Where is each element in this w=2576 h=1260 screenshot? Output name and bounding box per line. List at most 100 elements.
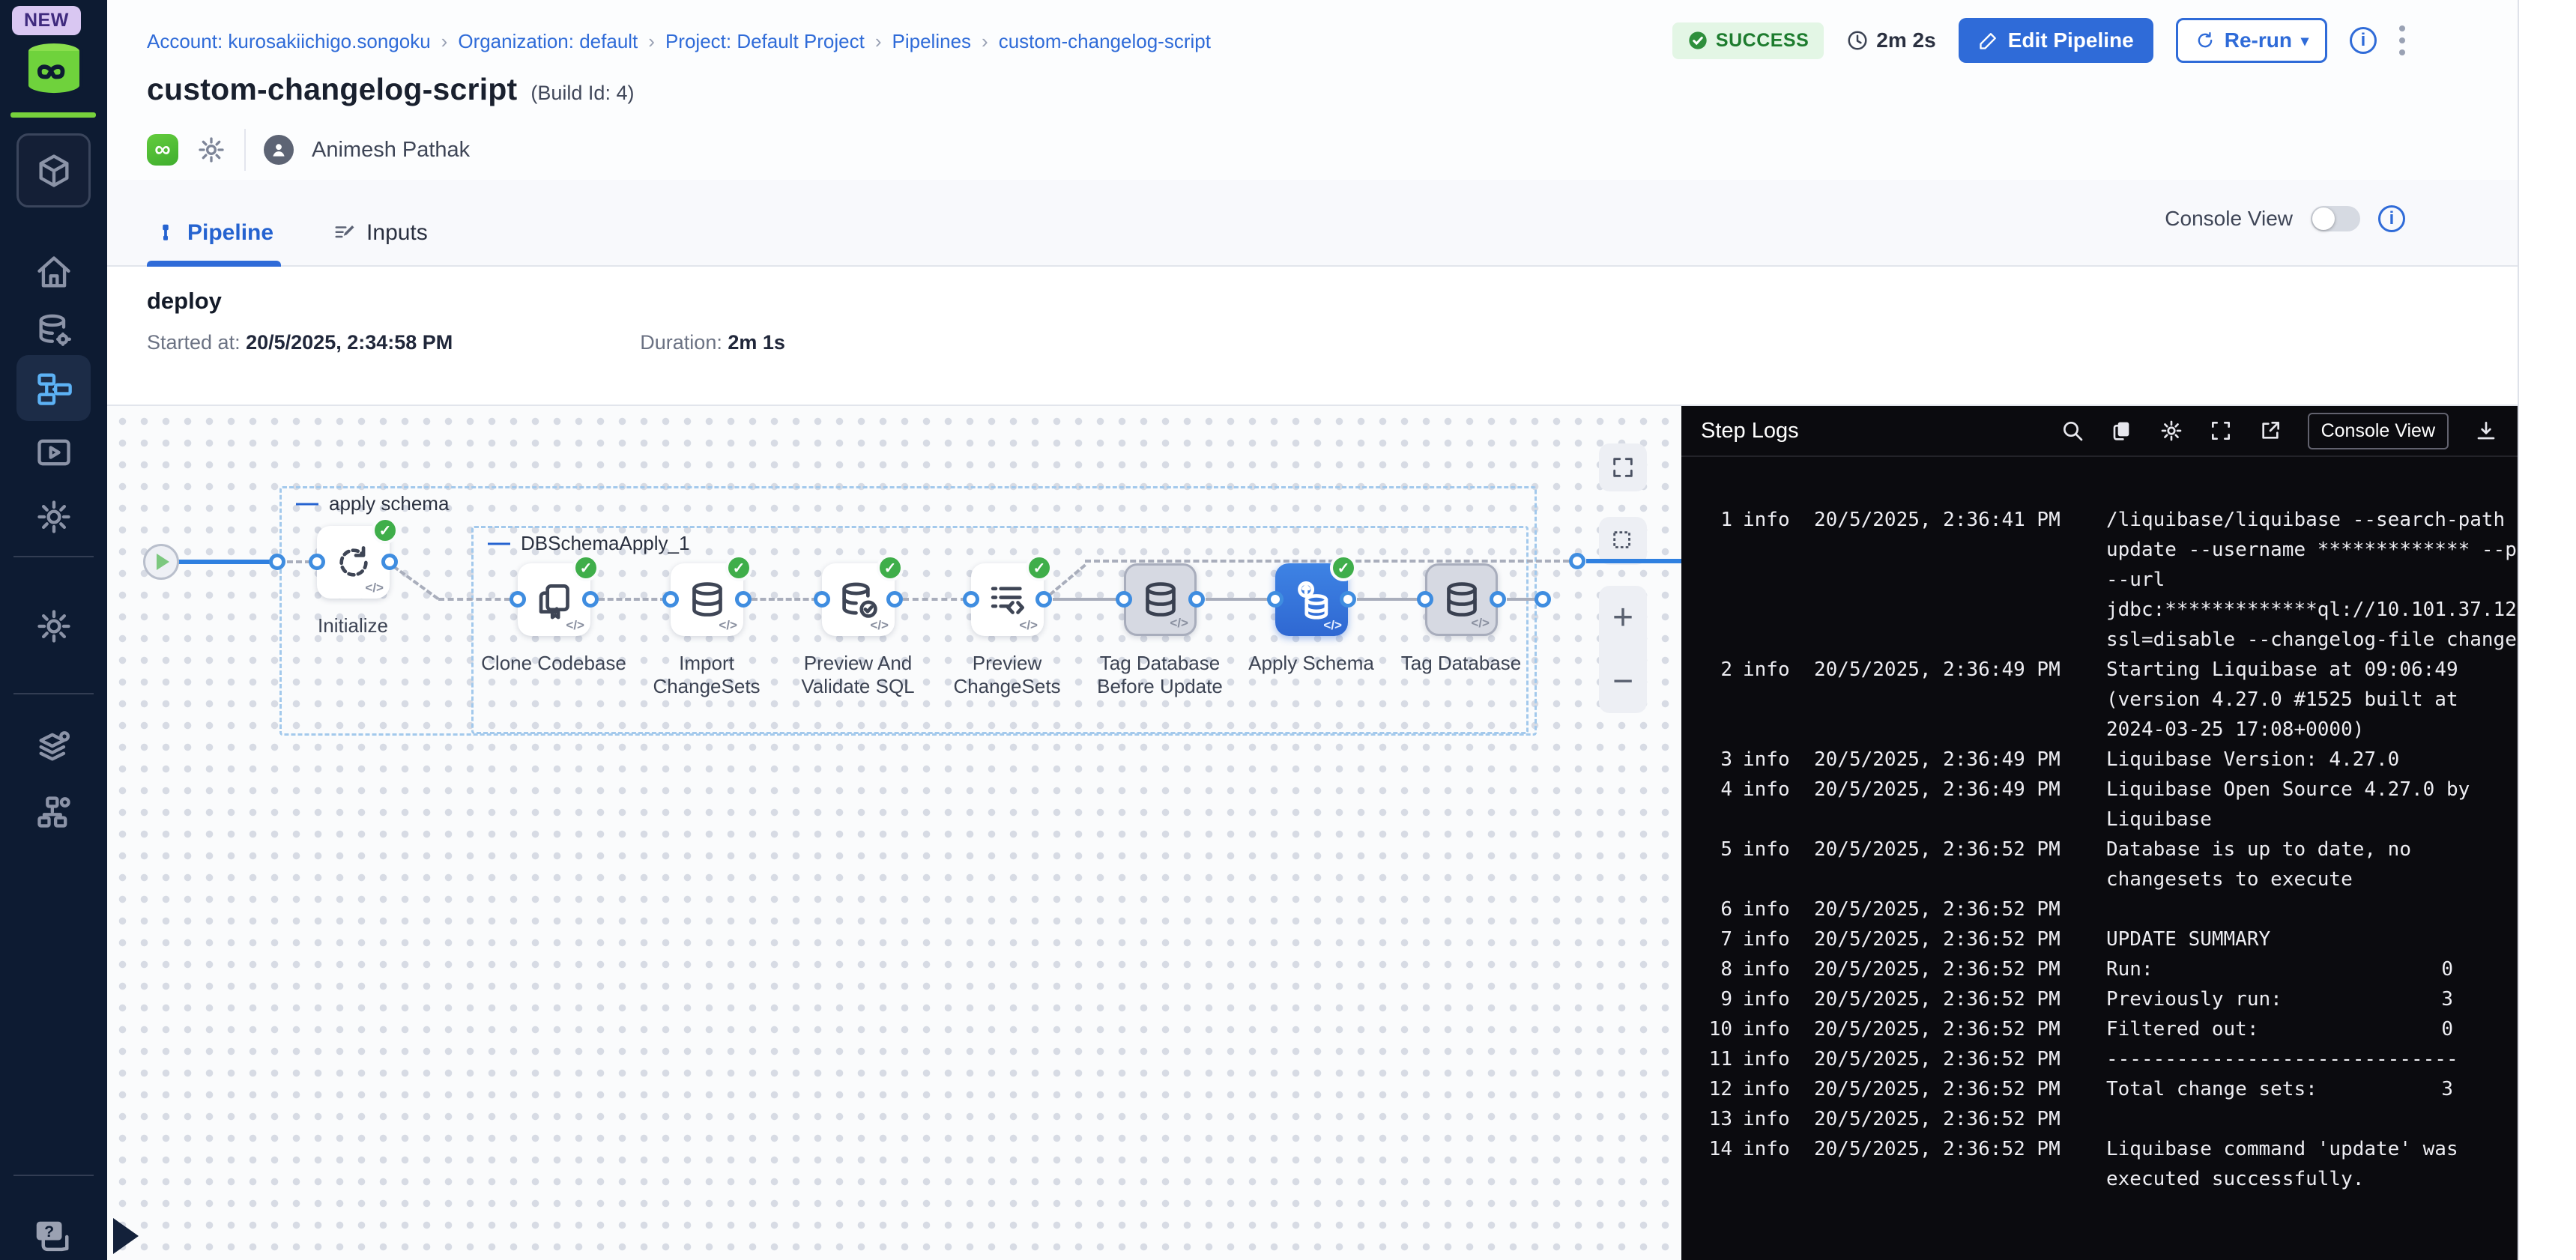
canvas-select-button[interactable] <box>1599 517 1647 565</box>
success-check-icon: ✓ <box>1026 554 1053 581</box>
module-switcher-button[interactable] <box>16 133 91 208</box>
open-in-new-icon[interactable] <box>2258 419 2282 443</box>
tab-pipeline[interactable]: Pipeline <box>147 220 281 265</box>
zoom-out-button[interactable]: − <box>1612 667 1633 697</box>
log-message-line: /liquibase/liquibase --search-path db <box>2106 505 2518 535</box>
console-view-button[interactable]: Console View <box>2308 413 2449 449</box>
log-line-number: 6 <box>1681 894 1743 924</box>
log-settings-gear-icon[interactable] <box>2159 419 2183 443</box>
step-logs-body[interactable]: 1info20/5/2025, 2:36:41 PM/liquibase/liq… <box>1681 457 2518 1260</box>
pipeline-node-tag-database[interactable]: </> <box>1425 563 1498 636</box>
gear-icon <box>34 497 73 536</box>
marquee-select-icon <box>1610 528 1636 554</box>
sidebar-item-pipelines[interactable] <box>16 355 91 421</box>
connector-port[interactable] <box>814 591 830 608</box>
log-timestamp: 20/5/2025, 2:36:52 PM <box>1814 924 2106 954</box>
rerun-info-icon[interactable]: i <box>2350 27 2377 54</box>
sidebar-item-settings-b[interactable] <box>16 593 91 659</box>
connector-port[interactable] <box>1188 591 1205 608</box>
connection-line <box>1357 598 1421 601</box>
connector-port[interactable] <box>735 591 752 608</box>
connector-port[interactable] <box>1569 553 1585 569</box>
connector-port[interactable] <box>309 554 325 570</box>
rerun-button[interactable]: Re-run ▾ <box>2176 18 2327 63</box>
success-check-icon: ✓ <box>877 554 904 581</box>
pipeline-settings-gear-icon[interactable] <box>196 135 226 165</box>
connection-line <box>178 560 271 564</box>
edit-pipeline-button[interactable]: Edit Pipeline <box>1959 18 2153 63</box>
sidebar-item-hierarchy[interactable] <box>16 779 91 845</box>
tab-inputs[interactable]: Inputs <box>326 220 435 265</box>
collapse-group-icon[interactable]: — <box>488 530 510 556</box>
pipeline-node-preview-changesets[interactable]: </>✓ <box>971 563 1044 636</box>
connector-port[interactable] <box>1116 591 1132 608</box>
expand-panel-arrow[interactable] <box>113 1218 139 1254</box>
copy-icon[interactable] <box>2110 419 2134 443</box>
log-message-line: jdbc:*************ql://10.101.37.129 <box>2106 595 2518 625</box>
breadcrumb-link[interactable]: custom-changelog-script <box>999 30 1211 53</box>
sidebar-item-home[interactable] <box>16 240 91 306</box>
group-label[interactable]: —apply schema <box>296 491 449 516</box>
search-icon[interactable] <box>2061 419 2084 443</box>
harness-dbops-logo-icon[interactable] <box>19 39 88 97</box>
log-message-line: UPDATE SUMMARY <box>2106 924 2518 954</box>
connector-port[interactable] <box>1267 591 1284 608</box>
sidebar-item-database-settings[interactable] <box>16 298 91 364</box>
canvas-fullscreen-button[interactable] <box>1599 443 1647 491</box>
console-view-toggle[interactable] <box>2311 206 2360 231</box>
log-entry: 12info20/5/2025, 2:36:52 PMTotal change … <box>1681 1074 2518 1104</box>
pipeline-start-node[interactable] <box>143 544 179 580</box>
log-entry: 8info20/5/2025, 2:36:52 PMRun:0 <box>1681 954 2518 984</box>
collapse-group-icon[interactable]: — <box>296 491 318 516</box>
pipeline-node-preview-and-validate-sql[interactable]: </>✓ <box>822 563 895 636</box>
code-icon: </> <box>566 618 584 633</box>
sidebar-item-settings-a[interactable] <box>16 484 91 550</box>
group-label[interactable]: —DBSchemaApply_1 <box>488 530 689 556</box>
log-message-line: Liquibase command 'update' was <box>2106 1134 2518 1164</box>
connector-port[interactable] <box>510 591 526 608</box>
connector-port[interactable] <box>963 591 979 608</box>
pipeline-duration: 2m 2s <box>1846 28 1935 52</box>
console-view-info-icon[interactable]: i <box>2378 205 2405 232</box>
log-line-number: 3 <box>1681 745 1743 775</box>
pipeline-node-apply-schema[interactable]: </>✓ <box>1275 563 1348 636</box>
connector-port[interactable] <box>1035 591 1052 608</box>
log-level: info <box>1743 1044 1814 1074</box>
sidebar-divider <box>13 556 94 557</box>
log-entry: 9info20/5/2025, 2:36:52 PMPreviously run… <box>1681 984 2518 1014</box>
more-options-button[interactable] <box>2399 25 2405 55</box>
log-line-number: 4 <box>1681 775 1743 835</box>
database-up-icon <box>1291 579 1333 621</box>
log-entry: 13info20/5/2025, 2:36:52 PM <box>1681 1104 2518 1134</box>
connector-port[interactable] <box>1417 591 1433 608</box>
pipeline-canvas[interactable]: + − —apply schema—DBSchemaApply_1</>✓Ini… <box>107 406 1681 1260</box>
connector-port[interactable] <box>1490 591 1506 608</box>
pipeline-node-clone-codebase[interactable]: </>✓ <box>518 563 590 636</box>
zoom-in-button[interactable]: + <box>1612 603 1633 633</box>
sidebar-item-layers[interactable] <box>16 713 91 779</box>
help-button[interactable]: ? <box>30 1217 76 1259</box>
log-fullscreen-icon[interactable] <box>2209 419 2233 443</box>
sidebar-divider <box>13 693 94 694</box>
connector-port[interactable] <box>1340 591 1356 608</box>
connector-port[interactable] <box>662 591 679 608</box>
node-label: Tag Database <box>1386 652 1536 675</box>
connector-port[interactable] <box>886 591 903 608</box>
connector-port[interactable] <box>269 554 285 570</box>
pipeline-node-tag-database-before-update[interactable]: </> <box>1124 563 1197 636</box>
connection-line <box>599 598 666 601</box>
connector-port[interactable] <box>381 554 398 570</box>
sidebar-item-executions[interactable] <box>16 420 91 485</box>
connector-port[interactable] <box>1535 591 1551 608</box>
pipeline-node-import-changesets[interactable]: </>✓ <box>671 563 743 636</box>
cube-icon <box>34 151 73 190</box>
connector-port[interactable] <box>582 591 599 608</box>
pipeline-node-initialize[interactable]: </>✓ <box>317 526 390 599</box>
breadcrumb-link[interactable]: Account: kurosakiichigo.songoku <box>147 30 431 53</box>
stage-name: deploy <box>147 288 222 315</box>
breadcrumb-link[interactable]: Pipelines <box>892 30 972 53</box>
breadcrumb-link[interactable]: Project: Default Project <box>665 30 865 53</box>
breadcrumb-link[interactable]: Organization: default <box>458 30 638 53</box>
download-icon[interactable] <box>2474 419 2498 443</box>
breadcrumb-separator: › <box>648 30 655 53</box>
